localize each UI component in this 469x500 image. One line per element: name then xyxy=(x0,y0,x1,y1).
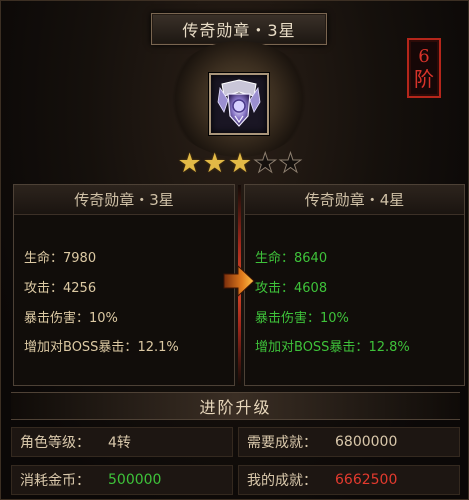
required-achievement-value: 6800000 xyxy=(335,434,398,450)
current-level-title: 传奇勋章・3星 xyxy=(14,185,234,215)
stage-badge: 6 阶 xyxy=(407,38,441,98)
star-icon: ★ xyxy=(177,148,202,179)
stage-unit: 阶 xyxy=(414,67,434,91)
upgrade-section-title: 进阶升级 xyxy=(11,392,460,420)
required-achievement-row: 需要成就： 6800000 xyxy=(238,427,460,457)
stat-crit-damage: 暴击伤害：10% xyxy=(255,307,349,326)
stat-label: 生命： xyxy=(255,251,295,266)
stat-value: 12.8% xyxy=(368,340,410,355)
stat-crit-damage: 暴击伤害：10% xyxy=(24,307,118,326)
required-achievement-label: 需要成就： xyxy=(247,435,317,451)
stat-label: 暴击伤害： xyxy=(255,311,321,326)
stat-value: 8640 xyxy=(294,251,328,266)
stat-boss-crit: 增加对BOSS暴击：12.8% xyxy=(255,336,410,355)
role-level-label: 角色等级： xyxy=(20,435,90,451)
stat-hp: 生命：8640 xyxy=(255,247,327,266)
arrow-right-icon xyxy=(223,264,255,298)
stat-label: 生命： xyxy=(24,251,64,266)
star-empty-icon: ★ xyxy=(253,148,278,179)
stage-number: 6 xyxy=(418,46,430,67)
medal-icon-graphic xyxy=(217,79,261,127)
stat-value: 12.1% xyxy=(137,340,179,355)
my-achievement-label: 我的成就： xyxy=(247,473,317,489)
current-level-panel: 传奇勋章・3星 生命：7980 攻击：4256 暴击伤害：10% 增加对BOSS… xyxy=(13,184,235,386)
stat-value: 4256 xyxy=(63,281,97,296)
stat-label: 暴击伤害： xyxy=(24,311,90,326)
stat-attack: 攻击：4608 xyxy=(255,277,327,296)
stat-value: 7980 xyxy=(63,251,97,266)
my-achievement-value: 6662500 xyxy=(335,472,398,488)
next-level-panel: 传奇勋章・4星 生命：8640 攻击：4608 暴击伤害：10% 增加对BOSS… xyxy=(244,184,465,386)
stat-value: 10% xyxy=(89,311,118,326)
star-icon: ★ xyxy=(202,148,227,179)
gold-cost-value: 500000 xyxy=(108,472,162,488)
gold-cost-label: 消耗金币： xyxy=(20,473,90,489)
role-level-row: 角色等级： 4转 xyxy=(11,427,233,457)
stat-label: 增加对BOSS暴击： xyxy=(255,340,369,355)
medal-upgrade-window: 传奇勋章・3星 6 阶 ★ ★ ★ ★ ★ 传奇勋章・3星 生命：7980 攻击… xyxy=(0,0,469,500)
stat-label: 攻击： xyxy=(255,281,295,296)
stat-boss-crit: 增加对BOSS暴击：12.1% xyxy=(24,336,179,355)
stat-hp: 生命：7980 xyxy=(24,247,96,266)
role-level-value: 4转 xyxy=(108,435,131,451)
medal-icon[interactable] xyxy=(209,73,269,135)
stat-value: 4608 xyxy=(294,281,328,296)
stat-label: 增加对BOSS暴击： xyxy=(24,340,138,355)
next-level-title: 传奇勋章・4星 xyxy=(245,185,464,215)
star-empty-icon: ★ xyxy=(278,148,303,179)
star-icon: ★ xyxy=(227,148,253,179)
stat-value: 10% xyxy=(320,311,349,326)
gold-cost-row: 消耗金币： 500000 xyxy=(11,465,233,495)
star-rating: ★ ★ ★ ★ ★ xyxy=(167,148,313,179)
stat-label: 攻击： xyxy=(24,281,64,296)
my-achievement-row: 我的成就： 6662500 xyxy=(238,465,460,495)
stat-attack: 攻击：4256 xyxy=(24,277,96,296)
